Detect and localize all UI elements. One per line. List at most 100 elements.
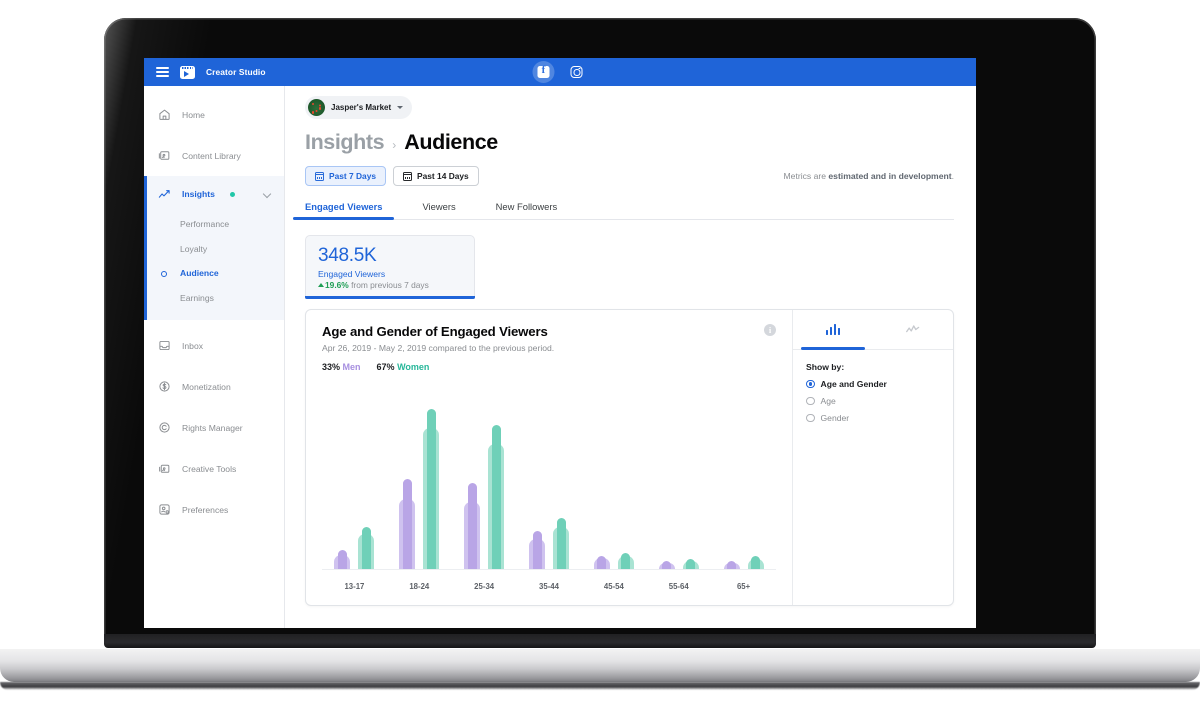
radio-age-and-gender[interactable]: Age and Gender bbox=[806, 379, 953, 389]
sidebar-item-rights-manager[interactable]: Rights Manager bbox=[144, 407, 284, 448]
radio-gender[interactable]: Gender bbox=[806, 413, 953, 423]
chart-group bbox=[517, 409, 582, 569]
instagram-icon bbox=[570, 65, 583, 79]
chart-subtitle: Apr 26, 2019 - May 2, 2019 compared to t… bbox=[322, 342, 555, 353]
creative-tools-icon bbox=[158, 462, 171, 475]
sidebar-subitem-audience[interactable]: Audience bbox=[144, 261, 284, 286]
info-icon[interactable]: i bbox=[764, 323, 776, 336]
chart-bar-men[interactable] bbox=[334, 549, 351, 569]
chart-bar-women[interactable] bbox=[488, 424, 505, 569]
hamburger-menu-icon[interactable] bbox=[156, 67, 169, 77]
sidebar-subitem-loyalty[interactable]: Loyalty bbox=[144, 237, 284, 262]
sidebar-item-inbox[interactable]: Inbox bbox=[144, 325, 284, 366]
page-title: Audience bbox=[404, 130, 498, 154]
rights-manager-icon bbox=[158, 421, 171, 434]
chart-group bbox=[581, 409, 646, 569]
app-title: Creator Studio bbox=[206, 67, 266, 77]
chevron-down-icon[interactable] bbox=[262, 189, 272, 199]
legend-pct: 33% bbox=[322, 361, 341, 372]
insight-tabs: Engaged Viewers Viewers New Followers bbox=[292, 201, 954, 220]
home-icon bbox=[158, 108, 171, 121]
legend-item-men: 33% Men bbox=[322, 362, 361, 372]
chart-bar-men[interactable] bbox=[658, 560, 675, 569]
facebook-icon bbox=[537, 64, 550, 78]
chart-bar-current-period bbox=[727, 560, 737, 569]
chart-bar-women[interactable] bbox=[682, 559, 699, 569]
creator-studio-logo-icon bbox=[180, 65, 195, 79]
chart-group bbox=[387, 408, 452, 569]
sidebar-item-insights[interactable]: Insights bbox=[144, 176, 284, 212]
laptop-base-shadow bbox=[0, 682, 1200, 690]
chart-bar-men[interactable] bbox=[399, 479, 416, 569]
insights-subnav: Performance Loyalty Audience Earnings bbox=[144, 212, 284, 320]
chart-x-label: 18-24 bbox=[409, 581, 430, 591]
sidebar-item-monetization[interactable]: Monetization bbox=[144, 366, 284, 407]
sidebar-item-label: Inbox bbox=[182, 340, 204, 351]
chart-bar-men[interactable] bbox=[529, 530, 545, 569]
date-filter-bar: Past 7 Days Past 14 Days Metrics are est… bbox=[305, 166, 954, 186]
bar-chart: 13-17 18-24 25-34 35-44 45-54 55-64 65+ bbox=[322, 405, 776, 605]
chart-bar-women[interactable] bbox=[423, 408, 440, 569]
show-by-title: Show by: bbox=[806, 361, 845, 372]
chart-options-panel: Show by: Age and Gender Age Gender bbox=[792, 309, 953, 605]
chart-bar-current-period bbox=[686, 559, 696, 569]
chart-bar-groups bbox=[322, 408, 776, 569]
radio-age[interactable]: Age bbox=[806, 396, 953, 406]
chart-bar-women[interactable] bbox=[617, 552, 634, 569]
radio-icon bbox=[806, 413, 815, 423]
chart-bar-women[interactable] bbox=[553, 517, 569, 569]
breadcrumb-separator: › bbox=[392, 138, 397, 152]
chart-x-label: 25-34 bbox=[474, 581, 495, 591]
chart-x-label: 45-54 bbox=[603, 581, 624, 591]
sidebar-subitem-label: Performance bbox=[180, 219, 230, 230]
show-by-options: Show by: Age and Gender Age Gender bbox=[793, 350, 953, 423]
chart-bar-current-period bbox=[556, 517, 566, 569]
kpi-value: 348.5K bbox=[318, 245, 377, 266]
laptop-lid-bottom bbox=[104, 634, 1096, 648]
facebook-platform-tab[interactable] bbox=[532, 61, 555, 83]
metrics-disclaimer-emphasis: estimated and in development bbox=[828, 171, 952, 181]
chart-bar-women[interactable] bbox=[747, 556, 764, 569]
chart-bar-current-period bbox=[402, 479, 412, 569]
chart-bar-men[interactable] bbox=[464, 482, 481, 569]
sidebar-subitem-performance[interactable]: Performance bbox=[144, 212, 284, 237]
account-switcher[interactable]: Jasper's Market bbox=[305, 96, 413, 119]
calendar-icon bbox=[315, 171, 324, 181]
chart-bar-current-period bbox=[597, 556, 607, 569]
chart-view-tab-bar[interactable] bbox=[793, 310, 873, 350]
sidebar-item-creative-tools[interactable]: Creative Tools bbox=[144, 448, 284, 489]
chart-bar-current-period bbox=[662, 560, 672, 569]
chart-bar-women[interactable] bbox=[358, 527, 375, 569]
age-gender-chart-card: Age and Gender of Engaged Viewers Apr 26… bbox=[305, 308, 954, 606]
radio-icon bbox=[806, 379, 815, 389]
chart-panel: Age and Gender of Engaged Viewers Apr 26… bbox=[306, 310, 792, 605]
tab-viewers[interactable]: Viewers bbox=[422, 201, 455, 219]
instagram-platform-tab[interactable] bbox=[566, 61, 588, 83]
radio-icon bbox=[806, 396, 815, 406]
chart-x-label: 35-44 bbox=[539, 581, 559, 591]
chart-bar-men[interactable] bbox=[723, 560, 740, 569]
tab-new-followers[interactable]: New Followers bbox=[496, 201, 557, 219]
kpi-card-engaged-viewers[interactable]: 348.5K Engaged Viewers 19.6% from previo… bbox=[305, 235, 475, 299]
inbox-icon bbox=[158, 339, 171, 352]
tab-engaged-viewers[interactable]: Engaged Viewers bbox=[292, 201, 396, 220]
sidebar-item-preferences[interactable]: Preferences bbox=[144, 489, 284, 530]
avatar bbox=[308, 99, 325, 116]
laptop-mockup: Creator Studio f Home Content Library In… bbox=[0, 0, 1200, 719]
chart-x-label: 65+ bbox=[736, 581, 751, 591]
chart-bar-current-period bbox=[532, 530, 542, 569]
date-filter-past-14-days[interactable]: Past 14 Days bbox=[393, 166, 479, 186]
breadcrumb-parent[interactable]: Insights bbox=[305, 130, 385, 155]
legend-item-women: 67% Women bbox=[377, 362, 430, 372]
content-library-icon bbox=[158, 149, 171, 162]
chart-group bbox=[646, 409, 711, 569]
sidebar-item-content-library[interactable]: Content Library bbox=[144, 135, 284, 176]
chart-bar-men[interactable] bbox=[593, 556, 610, 569]
sidebar-item-home[interactable]: Home bbox=[144, 94, 284, 135]
chart-view-tab-line[interactable] bbox=[873, 310, 953, 349]
date-filter-past-7-days[interactable]: Past 7 Days bbox=[305, 166, 387, 186]
screen-content: Creator Studio f Home Content Library In… bbox=[144, 58, 976, 628]
main-content: Jasper's Market Insights › Audience Past… bbox=[285, 86, 976, 628]
sidebar-subitem-earnings[interactable]: Earnings bbox=[144, 286, 284, 311]
chevron-down-icon bbox=[397, 106, 404, 109]
